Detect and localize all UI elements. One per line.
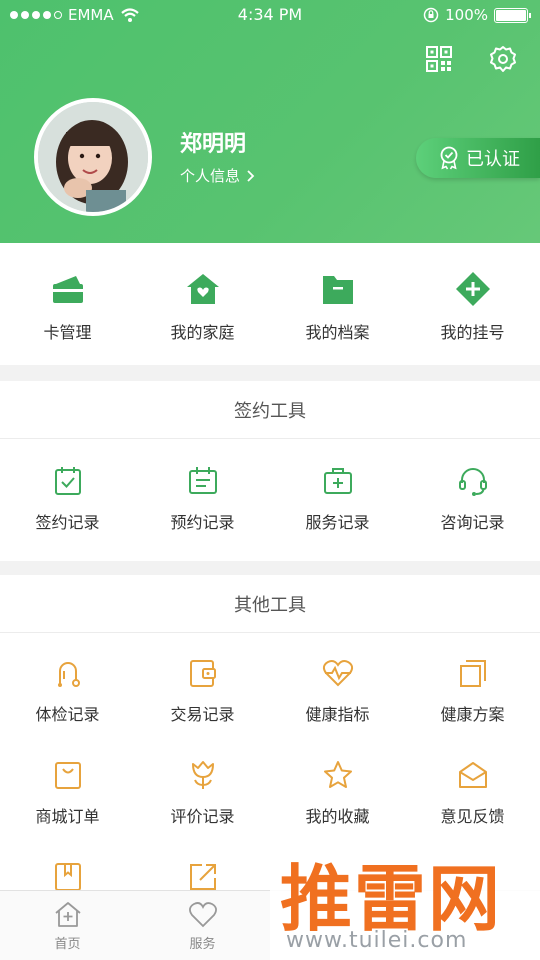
- feedback[interactable]: 意见反馈: [405, 735, 540, 837]
- sign-records[interactable]: 签约记录: [0, 439, 135, 561]
- mail-icon: [458, 762, 487, 788]
- health-plans[interactable]: 健康方案: [405, 633, 540, 735]
- verified-badge[interactable]: 已认证: [416, 138, 540, 178]
- rotation-lock-icon: [423, 7, 439, 23]
- profile-info-link[interactable]: 个人信息: [180, 165, 256, 186]
- tab-service[interactable]: 服务: [135, 891, 270, 960]
- battery-icon: [494, 7, 531, 23]
- quick-my-records[interactable]: 我的档案: [270, 243, 405, 365]
- quick-my-family[interactable]: 我的家庭: [135, 243, 270, 365]
- heart-outline-icon: [188, 902, 217, 928]
- quick-my-registration[interactable]: 我的挂号: [405, 243, 540, 365]
- star-icon: [323, 761, 352, 788]
- headset-icon: [458, 468, 487, 496]
- chevron-right-icon: [247, 169, 255, 182]
- sign-tools-section: 签约工具 签约记录 预约记录 服务记录 咨询记录: [0, 381, 540, 561]
- service-records[interactable]: 服务记录: [270, 439, 405, 561]
- tab-home[interactable]: 首页: [0, 891, 135, 960]
- profile-info-label: 个人信息: [180, 167, 241, 185]
- quick-card-management[interactable]: 卡管理: [0, 243, 135, 365]
- home-outline-icon: [54, 902, 81, 927]
- my-favorites[interactable]: 我的收藏: [270, 735, 405, 837]
- battery-label: 100%: [445, 6, 488, 24]
- flower-icon: [191, 761, 214, 789]
- profile-header: EMMA 4:34 PM 100% 郑明明 个人信息 已认证: [0, 0, 540, 243]
- section-title: 其他工具: [0, 575, 540, 633]
- settings-icon[interactable]: [488, 44, 518, 74]
- badge-check-icon: [440, 146, 458, 170]
- stethoscope-icon: [57, 662, 80, 687]
- transaction-records[interactable]: 交易记录: [135, 633, 270, 735]
- heart-pulse-icon: [322, 660, 353, 687]
- copy-icon: [459, 660, 486, 687]
- share-icon: [189, 864, 216, 890]
- status-bar: EMMA 4:34 PM 100%: [0, 0, 540, 30]
- review-records[interactable]: 评价记录: [135, 735, 270, 837]
- qrcode-icon[interactable]: [424, 44, 454, 74]
- verified-label: 已认证: [466, 149, 520, 170]
- mall-orders[interactable]: 商城订单: [0, 735, 135, 837]
- quick-actions: 卡管理 我的家庭 我的档案 我的挂号: [0, 243, 540, 365]
- card-icon: [52, 276, 83, 303]
- shopping-bag-icon: [54, 762, 81, 789]
- avatar-photo: [38, 102, 148, 212]
- avatar[interactable]: [34, 98, 152, 216]
- home-icon: [186, 274, 219, 304]
- consult-records[interactable]: 咨询记录: [405, 439, 540, 561]
- health-indicators[interactable]: 健康指标: [270, 633, 405, 735]
- wallet-icon: [189, 660, 216, 687]
- user-name: 郑明明: [180, 132, 247, 157]
- watermark-url: www.tuilei.com: [286, 928, 468, 953]
- watermark: 推雷网 www.tuilei.com: [270, 840, 540, 960]
- plus-diamond-icon: [455, 272, 490, 306]
- folder-icon: [322, 276, 353, 304]
- medical-kit-icon: [323, 468, 352, 494]
- book-icon: [54, 863, 81, 891]
- checkup-records[interactable]: 体检记录: [0, 633, 135, 735]
- appointment-records[interactable]: 预约记录: [135, 439, 270, 561]
- section-title: 签约工具: [0, 381, 540, 439]
- calendar-check-icon: [54, 467, 81, 495]
- calendar-list-icon: [188, 467, 217, 494]
